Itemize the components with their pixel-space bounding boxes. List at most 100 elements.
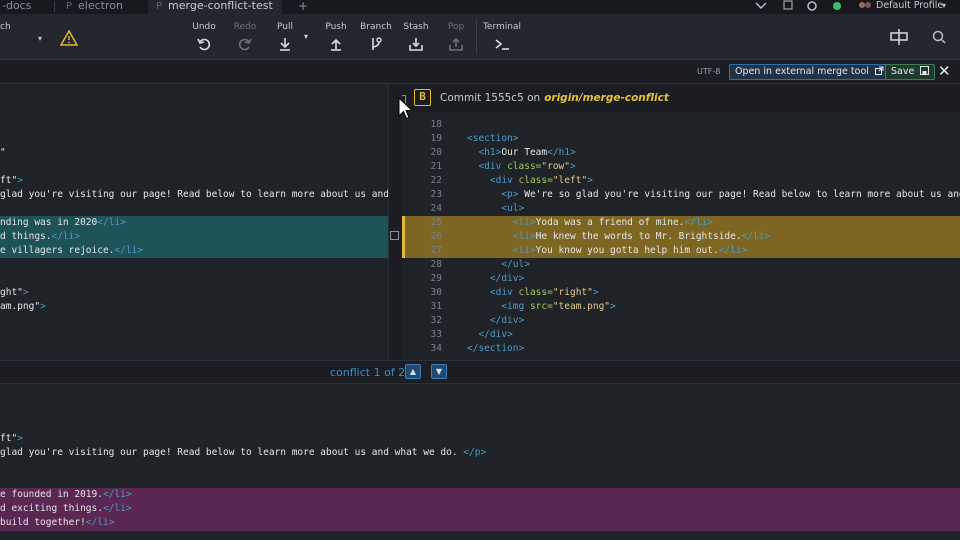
save-button[interactable]: Save [885, 64, 936, 80]
terminal-icon [495, 39, 509, 50]
redo-label: Redo [233, 22, 257, 32]
line-code: </div> [478, 329, 513, 340]
line-number: 34 [430, 343, 442, 354]
line-number: 27 [430, 245, 442, 256]
code-line: 32 </div> [402, 314, 960, 328]
encoding-label: UTF-8 [697, 67, 721, 76]
code-line: 22 <div class="left"> [402, 174, 960, 188]
code-line: d things.</li> [0, 231, 81, 242]
code-line: " [0, 147, 6, 158]
conflict-navigation: conflict 1 of 2 ▲ ▼ [0, 360, 960, 384]
line-code: <h1>Our Team</h1> [478, 147, 576, 158]
tab-electron[interactable]: Pelectron [62, 0, 142, 14]
pop-button[interactable]: Pop [434, 22, 478, 52]
profile-name[interactable]: Default Profile [876, 0, 943, 12]
code-line: 33 </div> [402, 328, 960, 342]
pull-button[interactable]: Pull [263, 22, 307, 52]
code-line: 30 <div class="right"> [402, 286, 960, 300]
undo-label: Undo [192, 22, 216, 32]
pane-gutter [388, 84, 402, 360]
line-code: <section> [467, 133, 519, 144]
previous-conflict-button[interactable]: ▲ [405, 364, 421, 379]
line-code: <p> We're so glad you're visiting our pa… [501, 189, 960, 200]
code-line: ght"> [0, 287, 29, 298]
conflict-pane-a: " ft"> glad you're visiting our page! Read… [0, 84, 388, 360]
redo-icon [238, 38, 252, 51]
push-icon [331, 38, 341, 51]
code-line: nding was in 2020</li> [0, 217, 126, 228]
branch-dropdown-icon[interactable]: ▾ [38, 34, 42, 43]
line-number: 25 [430, 217, 442, 228]
line-code: </section> [467, 343, 525, 354]
code-line: 28 </ul> [402, 258, 960, 272]
terminal-label: Terminal [482, 22, 522, 32]
output-line: e founded in 2019.</li> [0, 489, 132, 500]
profile-dropdown-icon[interactable]: ▾ [942, 0, 946, 12]
code-line: 25 <li>Yoda was a friend of mine.</li> [402, 216, 960, 230]
gear-icon[interactable] [806, 0, 818, 12]
pop-icon [449, 37, 463, 51]
terminal-button[interactable]: Terminal [480, 22, 524, 52]
toolbar: ch ▾ Undo Redo Pull ▾ Push Branch Stash … [0, 14, 960, 60]
code-line: 27 <li>You know you gotta help him out.<… [402, 244, 960, 258]
commit-b-title: Commit 1555c5 on origin/merge-conflict [440, 92, 669, 104]
line-number: 28 [430, 259, 442, 270]
line-number: 30 [430, 287, 442, 298]
line-code: <div class="row"> [478, 161, 576, 172]
layout-toggle-icon[interactable] [889, 28, 909, 46]
line-code: </div> [489, 315, 525, 326]
conflict-pane-b: 18 19 <section> 20 <h1>Our Team</h1> 21 <div… [402, 84, 960, 360]
profile-icon [859, 2, 871, 8]
output-line: d exciting things.</li> [0, 503, 132, 514]
line-code: <li>Yoda was a friend of mine.</li> [512, 217, 714, 228]
search-icon[interactable] [932, 30, 946, 44]
code-line: e villagers rejoice.</li> [0, 245, 144, 256]
output-line: ft"> [0, 433, 23, 444]
branch-label: ch [0, 22, 11, 32]
next-conflict-button[interactable]: ▼ [431, 364, 447, 379]
open-external-merge-button[interactable]: Open in external merge tool [729, 64, 890, 80]
line-number: 21 [430, 161, 442, 172]
tab-merge-conflict-test[interactable]: Pmerge-conflict-test [148, 0, 282, 14]
toolbar-divider [476, 20, 477, 54]
hunk-a-checkbox[interactable] [390, 231, 399, 240]
branch-button[interactable]: Branch [354, 22, 398, 52]
code-line: 20 <h1>Our Team</h1> [402, 146, 960, 160]
output-conflict-hunk[interactable] [0, 488, 960, 531]
pull-options-icon[interactable]: ▾ [304, 32, 308, 41]
undo-button[interactable]: Undo [182, 22, 226, 52]
commit-b-label: Commit 1555c5 on [440, 92, 541, 104]
code-line: 18 [402, 118, 960, 132]
output-line: glad you're visiting our page! Read belo… [0, 447, 487, 458]
code-line: 29 </div> [402, 272, 960, 286]
close-merge-button[interactable]: ✕ [938, 62, 951, 80]
line-code: <div class="right"> [489, 287, 599, 298]
notification-icon[interactable] [782, 0, 794, 12]
tab-prefix: P [66, 1, 73, 12]
stash-icon [409, 38, 423, 51]
code-line: glad you're visiting our page! Read belo… [0, 189, 388, 200]
line-number: 26 [430, 231, 442, 242]
line-number: 33 [430, 329, 442, 340]
tab-docs[interactable]: -docs [0, 0, 52, 14]
tab-bar: -docs Pelectron Pmerge-conflict-test + D… [0, 0, 960, 14]
redo-button[interactable]: Redo [223, 22, 267, 52]
line-number: 19 [430, 133, 442, 144]
pop-label: Pop [447, 22, 465, 32]
stash-button[interactable]: Stash [394, 22, 438, 52]
new-tab-button[interactable]: + [298, 0, 310, 14]
push-button[interactable]: Push [314, 22, 358, 52]
line-code: <img src="team.png"> [501, 301, 616, 312]
warning-icon[interactable] [60, 30, 78, 46]
line-code: <ul> [501, 203, 525, 214]
line-code: </ul> [501, 259, 530, 270]
line-number: 22 [430, 175, 442, 186]
tab-label: merge-conflict-test [168, 0, 273, 12]
line-number: 23 [430, 189, 442, 200]
line-code: <li>He knew the words to Mr. Brightside.… [512, 231, 771, 242]
code-line: am.png"> [0, 301, 46, 312]
chevron-down-icon[interactable] [755, 2, 767, 10]
